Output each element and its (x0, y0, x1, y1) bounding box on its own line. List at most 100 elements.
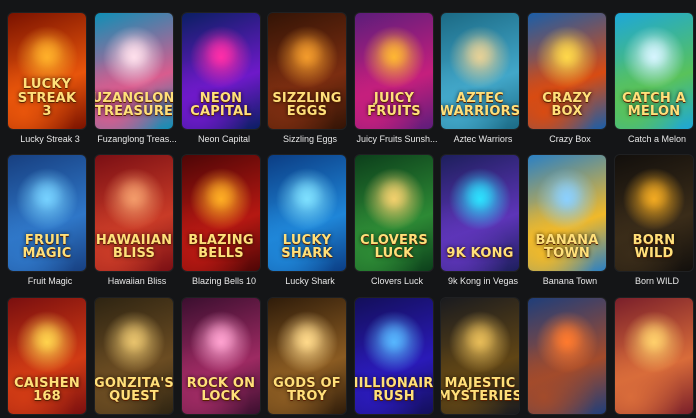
game-card[interactable]: Banana Town Banana Town (528, 155, 608, 286)
game-card[interactable]: Gods of Troy (268, 298, 348, 414)
game-thumbnail[interactable]: Born Wild (615, 155, 693, 271)
game-thumbnail[interactable]: Blazing Bells (182, 155, 260, 271)
game-card[interactable]: Crazy Box Crazy Box (528, 13, 608, 144)
game-logo: Millionaire Rush (355, 375, 433, 405)
game-card[interactable]: Catch a Melon Catch a Melon (615, 13, 695, 144)
game-card[interactable]: Sizzling Eggs Sizzling Eggs (268, 13, 348, 144)
game-card[interactable]: Lucky Shark Lucky Shark (268, 155, 348, 286)
game-thumbnail[interactable] (615, 298, 693, 414)
game-logo-area: Blazing Bells (182, 232, 260, 271)
game-logo: Juicy Fruits (367, 90, 421, 120)
game-title[interactable]: Sizzling Eggs (268, 134, 352, 144)
game-card[interactable]: Neon Capital Neon Capital (182, 13, 262, 144)
game-logo: 9k Kong (446, 246, 514, 262)
artwork-glow (117, 35, 151, 69)
game-title[interactable]: Blazing Bells 10 (182, 276, 266, 286)
artwork-glow (377, 35, 411, 69)
game-card[interactable]: Aztec Warriors Aztec Warriors (441, 13, 521, 144)
game-card[interactable]: Born Wild Born WILD (615, 155, 695, 286)
game-title[interactable]: 9k Kong in Vegas (441, 276, 525, 286)
game-logo-area: Lucky Shark (268, 233, 346, 271)
game-logo: Crazy Box (542, 90, 592, 120)
game-card[interactable]: Caishen 168 (8, 298, 88, 414)
game-card[interactable]: Clovers Luck Clovers Luck (355, 155, 435, 286)
game-thumbnail[interactable]: Aztec Warriors (441, 13, 519, 129)
game-card[interactable]: Gonzita's Quest (95, 298, 175, 414)
artwork-glow (290, 35, 324, 69)
game-thumbnail[interactable]: Gonzita's Quest (95, 298, 173, 414)
game-logo: Neon Capital (190, 90, 252, 120)
game-card[interactable]: Millionaire Rush (355, 298, 435, 414)
artwork-glow (290, 320, 324, 354)
game-title[interactable]: Fruit Magic (8, 276, 92, 286)
artwork-glow (637, 320, 671, 354)
game-logo-area: Fuzanglong Treasure (95, 90, 173, 129)
game-title[interactable]: Crazy Box (528, 134, 612, 144)
artwork-glow (550, 320, 584, 354)
game-card[interactable]: Juicy Fruits Juicy Fruits Sunsh... (355, 13, 438, 144)
game-title[interactable]: Aztec Warriors (441, 134, 525, 144)
artwork-glow (463, 177, 497, 211)
game-thumbnail[interactable]: Sizzling Eggs (268, 13, 346, 129)
game-logo-area: Neon Capital (182, 90, 260, 129)
game-title[interactable]: Lucky Streak 3 (8, 134, 92, 144)
game-thumbnail[interactable]: Juicy Fruits (355, 13, 433, 129)
game-logo-area: Sizzling Eggs (268, 90, 346, 129)
game-thumbnail[interactable]: Neon Capital (182, 13, 260, 129)
game-thumbnail[interactable]: Crazy Box (528, 13, 606, 129)
game-thumbnail[interactable]: Rock on Lock (182, 298, 260, 414)
game-thumbnail[interactable]: Lucky Shark (268, 155, 346, 271)
game-thumbnail[interactable] (528, 298, 606, 414)
artwork-glow (117, 177, 151, 211)
game-card[interactable] (615, 298, 695, 414)
game-card[interactable]: Fruit Magic Fruit Magic (8, 155, 88, 286)
game-logo: Fuzanglong Treasure (95, 90, 173, 120)
game-thumbnail[interactable]: Clovers Luck (355, 155, 433, 271)
game-card[interactable]: Hawaiian Bliss Hawaiian Bliss (95, 155, 175, 286)
game-logo: Blazing Bells (188, 232, 254, 262)
game-title[interactable]: Catch a Melon (615, 134, 696, 144)
game-logo: Sizzling Eggs (272, 90, 342, 120)
game-thumbnail[interactable]: Hawaiian Bliss (95, 155, 173, 271)
game-thumbnail[interactable]: Caishen 168 (8, 298, 86, 414)
game-logo-area: Majestic Mysteries (441, 376, 519, 414)
game-title[interactable]: Banana Town (528, 276, 612, 286)
game-thumbnail[interactable]: Catch a Melon (615, 13, 693, 129)
game-thumbnail[interactable]: Banana Town (528, 155, 606, 271)
game-title[interactable]: Juicy Fruits Sunsh... (355, 134, 439, 144)
game-logo-area: Caishen 168 (8, 375, 86, 414)
game-card[interactable]: Majestic Mysteries (441, 298, 521, 414)
game-logo-area: Aztec Warriors (441, 91, 519, 129)
game-logo-area: Lucky Streak 3 (8, 78, 86, 129)
game-card[interactable]: Fuzanglong Treasure Fuzanglong Treas... (95, 13, 177, 144)
game-title[interactable]: Fuzanglong Treas... (95, 134, 179, 144)
game-thumbnail[interactable]: Fruit Magic (8, 155, 86, 271)
game-card[interactable]: 9k Kong 9k Kong in Vegas (441, 155, 521, 286)
game-card[interactable]: Blazing Bells Blazing Bells 10 (182, 155, 262, 286)
game-card[interactable] (528, 298, 608, 414)
game-logo: Lucky Streak 3 (17, 77, 77, 120)
game-card[interactable]: Lucky Streak 3 Lucky Streak 3 (8, 13, 88, 144)
game-logo: Caishen 168 (14, 375, 80, 405)
game-title[interactable]: Born WILD (615, 276, 696, 286)
game-title[interactable]: Neon Capital (182, 134, 266, 144)
artwork-glow (204, 177, 238, 211)
game-thumbnail[interactable]: 9k Kong (441, 155, 519, 271)
game-thumbnail[interactable]: Fuzanglong Treasure (95, 13, 173, 129)
artwork-glow (550, 177, 584, 211)
game-thumbnail[interactable]: Millionaire Rush (355, 298, 433, 414)
game-logo-area: Hawaiian Bliss (95, 232, 173, 271)
game-title[interactable]: Lucky Shark (268, 276, 352, 286)
artwork-glow (290, 177, 324, 211)
game-thumbnail[interactable]: Lucky Streak 3 (8, 13, 86, 129)
game-title[interactable]: Clovers Luck (355, 276, 439, 286)
game-logo-area: Catch a Melon (615, 91, 693, 129)
artwork-glow (377, 177, 411, 211)
game-logo-area: Gonzita's Quest (95, 376, 173, 414)
game-thumbnail[interactable]: Majestic Mysteries (441, 298, 519, 414)
game-logo-area: Rock on Lock (182, 376, 260, 414)
game-thumbnail[interactable]: Gods of Troy (268, 298, 346, 414)
game-card[interactable]: Rock on Lock (182, 298, 262, 414)
game-logo: Hawaiian Bliss (95, 232, 173, 262)
game-title[interactable]: Hawaiian Bliss (95, 276, 179, 286)
